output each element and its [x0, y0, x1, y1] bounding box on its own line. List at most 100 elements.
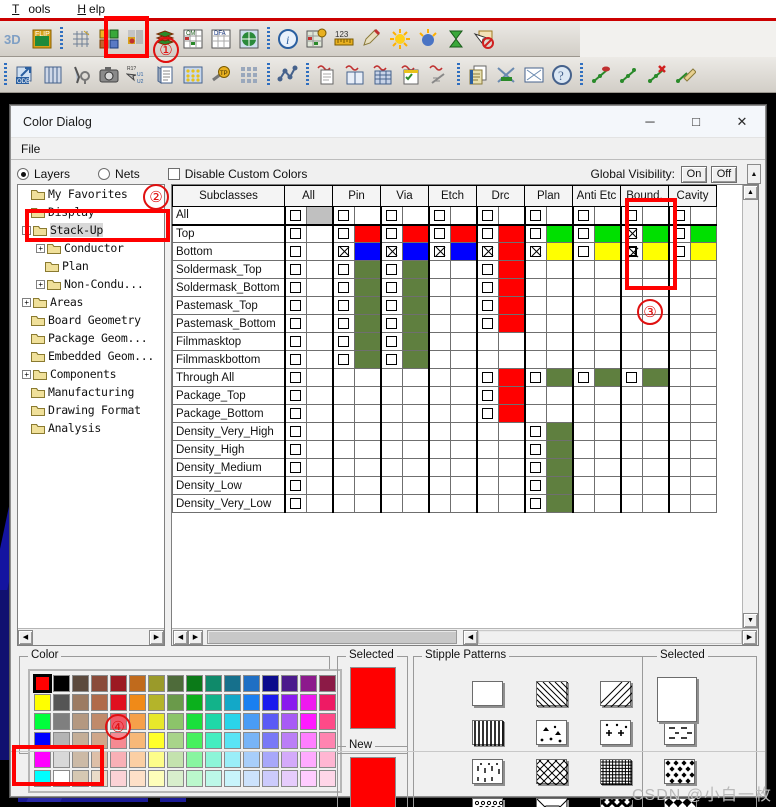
color-cell[interactable]: [450, 260, 477, 279]
checkbox-unchecked-icon[interactable]: [530, 443, 542, 455]
color-cell[interactable]: [546, 206, 573, 226]
color-cell[interactable]: [594, 350, 621, 369]
visibility-checkbox-cell[interactable]: [571, 350, 595, 369]
color-cell[interactable]: [546, 242, 573, 261]
color-cell[interactable]: [546, 314, 573, 333]
color-cell[interactable]: [690, 332, 717, 351]
route-pin-icon[interactable]: [588, 61, 614, 89]
checkbox-unchecked-icon[interactable]: [482, 371, 494, 383]
visibility-checkbox-cell[interactable]: [571, 404, 595, 423]
visibility-checkbox-cell[interactable]: [523, 314, 547, 333]
visibility-checkbox-cell[interactable]: [523, 386, 547, 405]
visibility-checkbox-cell[interactable]: [284, 368, 307, 387]
tree-item-areas[interactable]: + Areas: [18, 293, 164, 311]
table-row[interactable]: Density_Very_Low: [172, 494, 717, 513]
color-cell[interactable]: [594, 260, 621, 279]
stipple-plus-dots-icon[interactable]: [600, 720, 631, 745]
visibility-checkbox-cell[interactable]: [619, 368, 643, 387]
color-swatch[interactable]: [53, 713, 70, 730]
visibility-checkbox-cell[interactable]: [571, 314, 595, 333]
color-cell[interactable]: [306, 278, 333, 297]
visibility-checkbox-cell[interactable]: [379, 332, 403, 351]
color-cell[interactable]: [594, 440, 621, 459]
color-swatch[interactable]: [110, 675, 127, 692]
visibility-checkbox-cell[interactable]: [331, 278, 355, 297]
measure-123-icon[interactable]: 123: [331, 25, 357, 53]
color-cell[interactable]: [354, 314, 381, 333]
checkbox-unchecked-icon[interactable]: [530, 479, 542, 491]
checkbox-unchecked-icon[interactable]: [386, 263, 398, 275]
visibility-checkbox-cell[interactable]: [379, 386, 403, 405]
color-cell[interactable]: [402, 242, 429, 261]
color-cell[interactable]: [450, 350, 477, 369]
color-swatch[interactable]: [262, 732, 279, 749]
checkbox-unchecked-icon[interactable]: [482, 317, 494, 329]
color-cell[interactable]: [306, 260, 333, 279]
color-swatch[interactable]: [319, 675, 336, 692]
visibility-checkbox-cell[interactable]: [619, 494, 643, 513]
visibility-checkbox-cell[interactable]: [284, 422, 307, 441]
color-cell[interactable]: [642, 206, 669, 226]
color-cell[interactable]: [690, 368, 717, 387]
subclass-tree[interactable]: My Favorites Display - Stack-Up + Conductor Pl…: [17, 184, 165, 646]
color-cell[interactable]: [642, 350, 669, 369]
color-swatch[interactable]: [281, 713, 298, 730]
column-header-via[interactable]: Via: [380, 185, 429, 207]
color-cell[interactable]: [546, 224, 573, 243]
color-swatch[interactable]: [262, 694, 279, 711]
global-visibility-off-button[interactable]: Off: [711, 165, 737, 183]
color-cell[interactable]: [450, 476, 477, 495]
table-scroll-right2-button[interactable]: ▶: [742, 629, 757, 645]
visibility-checkbox-cell[interactable]: [379, 404, 403, 423]
table-row[interactable]: Through All: [172, 368, 717, 387]
expand-icon[interactable]: [521, 61, 547, 89]
checkbox-unchecked-icon[interactable]: [338, 335, 350, 347]
visibility-checkbox-cell[interactable]: [619, 224, 643, 243]
checkbox-unchecked-icon[interactable]: [338, 209, 350, 221]
color-cell[interactable]: [642, 314, 669, 333]
color-cell[interactable]: [546, 422, 573, 441]
color-cell[interactable]: [498, 332, 525, 351]
checkbox-unchecked-icon[interactable]: [290, 209, 302, 221]
hourglass-icon[interactable]: [443, 25, 469, 53]
tree-item-drawing-format[interactable]: Drawing Format: [18, 401, 164, 419]
color-cell[interactable]: [450, 458, 477, 477]
visibility-checkbox-cell[interactable]: [427, 314, 451, 333]
visibility-checkbox-cell[interactable]: [523, 458, 547, 477]
table-row[interactable]: All: [172, 206, 717, 226]
color-cell[interactable]: [354, 458, 381, 477]
checkbox-checked-icon[interactable]: [482, 245, 494, 257]
visibility-checkbox-cell[interactable]: [379, 458, 403, 477]
visibility-checkbox-cell[interactable]: [379, 206, 403, 226]
toolbar-row-2[interactable]: ODB R1? U1 U2 TP ?: [0, 57, 776, 93]
color-cell[interactable]: [498, 422, 525, 441]
color-swatch[interactable]: [262, 675, 279, 692]
color-cell[interactable]: [594, 278, 621, 297]
visibility-checkbox-cell[interactable]: [331, 476, 355, 495]
color-cell[interactable]: [594, 458, 621, 477]
visibility-checkbox-cell[interactable]: [523, 296, 547, 315]
visibility-checkbox-cell[interactable]: [619, 350, 643, 369]
color-cell[interactable]: [498, 350, 525, 369]
visibility-checkbox-cell[interactable]: [331, 260, 355, 279]
color-swatch[interactable]: [110, 694, 127, 711]
visibility-checkbox-cell[interactable]: [667, 224, 691, 243]
checkbox-unchecked-icon[interactable]: [386, 335, 398, 347]
color-swatch[interactable]: [129, 713, 146, 730]
table-row[interactable]: Bottom: [172, 242, 717, 261]
signal-checklist-icon[interactable]: [398, 61, 424, 89]
color-cell[interactable]: [354, 260, 381, 279]
disable-custom-colors-checkbox[interactable]: [167, 168, 180, 180]
color-cell[interactable]: [402, 476, 429, 495]
scroll-up-button[interactable]: ▲: [747, 164, 761, 184]
visibility-checkbox-cell[interactable]: [619, 458, 643, 477]
color-cell[interactable]: [690, 386, 717, 405]
visibility-checkbox-cell[interactable]: [667, 260, 691, 279]
color-swatch[interactable]: [300, 713, 317, 730]
visibility-checkbox-cell[interactable]: [475, 440, 499, 459]
color-swatch[interactable]: [91, 713, 108, 730]
visibility-checkbox-cell[interactable]: [379, 278, 403, 297]
visibility-checkbox-cell[interactable]: [427, 458, 451, 477]
visibility-checkbox-cell[interactable]: [331, 206, 355, 226]
column-header-etch[interactable]: Etch: [428, 185, 477, 207]
